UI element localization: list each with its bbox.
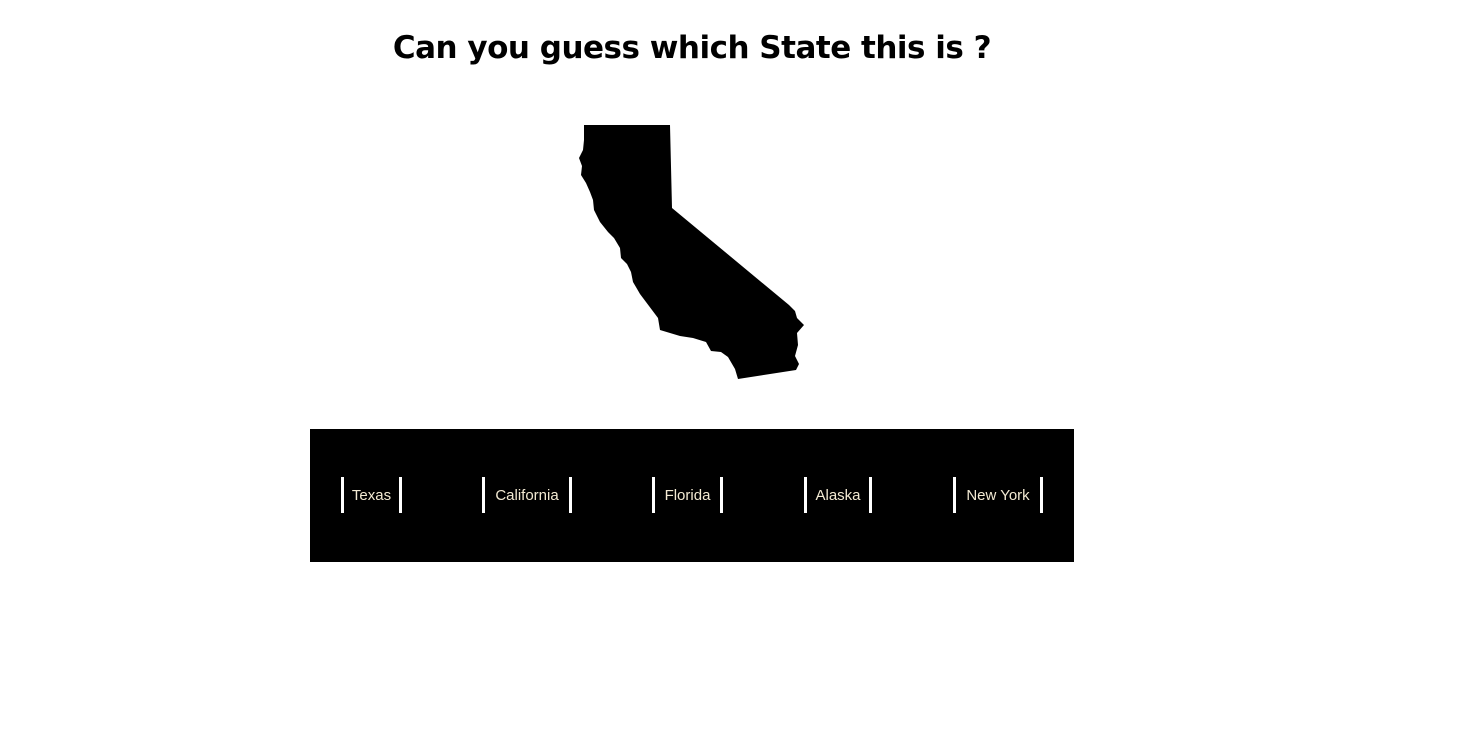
page-title: Can you guess which State this is ? — [392, 30, 992, 66]
answer-button-alaska[interactable]: Alaska — [804, 477, 872, 513]
answer-button-new-york[interactable]: New York — [953, 477, 1043, 513]
california-silhouette-icon — [579, 125, 804, 379]
answer-button-texas[interactable]: Texas — [341, 477, 402, 513]
answer-button-florida[interactable]: Florida — [652, 477, 723, 513]
state-silhouette-image — [579, 125, 804, 379]
answer-options-panel: Texas California Florida Alaska New York — [310, 429, 1074, 562]
answer-button-california[interactable]: California — [482, 477, 572, 513]
